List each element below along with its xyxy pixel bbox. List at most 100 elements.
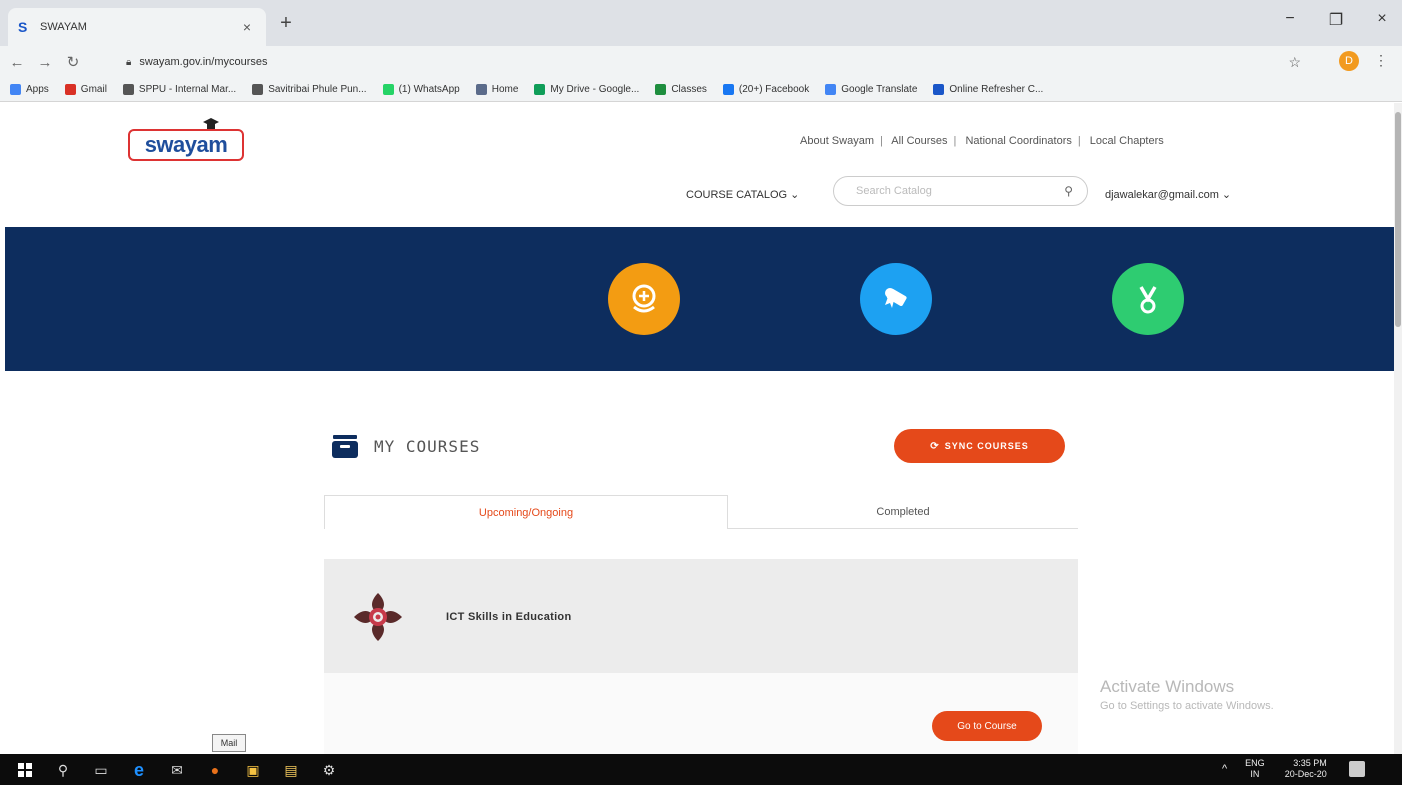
course-logo-icon (354, 593, 402, 641)
window-controls: − ❐ × (1280, 10, 1392, 30)
notification-icon[interactable] (1348, 761, 1365, 777)
bookmark-label: Classes (671, 84, 707, 95)
sync-icon: ⟳ (930, 440, 940, 452)
dashboard-banner (5, 227, 1394, 371)
graduation-cap-icon (203, 118, 219, 129)
go-to-course-button[interactable]: Go to Course (932, 711, 1042, 741)
user-menu[interactable]: djawalekar@gmail.com ⌄ (1105, 188, 1231, 201)
close-icon[interactable]: × (1372, 10, 1392, 30)
chrome-icon[interactable]: ● (204, 759, 226, 781)
profile-avatar[interactable]: D (1339, 51, 1359, 71)
bookmark-item[interactable]: Gmail (64, 84, 107, 95)
tab-upcoming-ongoing[interactable]: Upcoming/Ongoing (324, 495, 728, 529)
page-title: MY COURSES (374, 436, 481, 456)
gmail-icon (64, 84, 76, 95)
clock-time: 3:35 PM (1293, 758, 1327, 768)
top-links: About Swayam | All Courses | National Coor… (800, 135, 1164, 147)
bookmark-item[interactable]: Savitribai Phule Pun... (252, 84, 367, 95)
courses-box-icon (332, 435, 358, 458)
new-tab-button[interactable]: + (274, 12, 298, 35)
globe-icon (122, 84, 134, 95)
activate-title: Activate Windows (1100, 677, 1235, 696)
search-box: ⚲ (833, 176, 1088, 206)
swayam-favicon-icon: S (18, 19, 28, 35)
url-text: swayam.gov.in/mycourses (139, 56, 268, 68)
chevron-up-icon[interactable]: ^ (1222, 763, 1227, 775)
course-title[interactable]: ICT Skills in Education (446, 611, 571, 623)
settings-taskbar-icon[interactable]: ⚙ (318, 759, 340, 781)
bookmark-label: (20+) Facebook (738, 84, 810, 95)
windows-start-icon[interactable] (14, 759, 36, 781)
bookmarks-bar: Apps Gmail SPPU - Internal Mar... Savitriba… (0, 78, 1402, 102)
bookmark-item[interactable]: Home (475, 84, 518, 95)
swayam-icon (933, 84, 945, 95)
task-view-icon[interactable]: ▭ (90, 759, 112, 781)
sync-courses-button[interactable]: ⟳ SYNC COURSES (894, 429, 1065, 463)
browser-tab[interactable]: S SWAYAM × (8, 8, 266, 46)
bookmark-label: Online Refresher C... (949, 84, 1044, 95)
browser-tabstrip: S SWAYAM × + − ❐ × (0, 0, 1402, 46)
tab-completed[interactable]: Completed (728, 495, 1078, 529)
swayam-logo[interactable]: swayam (128, 129, 244, 161)
course-card-header: ICT Skills in Education (324, 559, 1078, 673)
language-indicator[interactable]: ENG IN (1245, 758, 1265, 780)
course-tabs: Upcoming/Ongoing Completed (324, 495, 1078, 529)
bookmark-item[interactable]: (20+) Facebook (722, 84, 810, 95)
bookmark-item[interactable]: Google Translate (825, 84, 917, 95)
taskbar-tooltip: Mail (212, 734, 246, 752)
course-catalog-dropdown[interactable]: COURSE CATALOG ⌄ (686, 188, 799, 201)
store-icon[interactable]: ▣ (242, 759, 264, 781)
search-input[interactable] (856, 185, 1065, 197)
maximize-icon[interactable]: ❐ (1326, 10, 1346, 30)
page-content: swayam About Swayam | All Courses | Nation… (0, 103, 1394, 754)
browser-menu-icon[interactable]: ⋮ (1374, 52, 1388, 69)
reload-icon[interactable]: ↻ (62, 53, 84, 71)
bookmark-star-icon[interactable]: ☆ (1288, 54, 1301, 71)
drive-icon (534, 84, 546, 95)
scrollbar-thumb[interactable] (1395, 112, 1401, 327)
search-icon[interactable]: ⚲ (1064, 184, 1073, 198)
clock[interactable]: 3:35 PM 20-Dec-20 (1285, 758, 1327, 780)
local-chapters-link[interactable]: Local Chapters (1090, 135, 1164, 147)
activate-subtitle: Go to Settings to activate Windows. (1100, 700, 1274, 712)
about-swayam-link[interactable]: About Swayam (800, 135, 874, 147)
bookmark-item[interactable]: My Drive - Google... (534, 84, 639, 95)
bookmark-item[interactable]: Classes (655, 84, 707, 95)
bookmark-label: Google Translate (841, 84, 918, 95)
translate-icon (825, 84, 837, 95)
language-region: IN (1250, 769, 1260, 779)
bookmark-label: SPPU - Internal Mar... (138, 84, 237, 95)
certificate-badge-icon[interactable] (860, 263, 932, 335)
whatsapp-icon (382, 84, 394, 95)
edge-browser-icon[interactable]: e (128, 759, 150, 781)
search-taskbar-icon[interactable]: ⚲ (52, 759, 74, 781)
bookmark-label: (1) WhatsApp (398, 84, 460, 95)
medal-badge-icon[interactable] (1112, 263, 1184, 335)
bookmark-item[interactable]: SPPU - Internal Mar... (122, 84, 237, 95)
home-icon (475, 84, 487, 95)
national-coordinators-link[interactable]: National Coordinators (965, 135, 1071, 147)
my-courses-header: MY COURSES (330, 431, 480, 461)
bookmark-item[interactable]: Apps (10, 84, 49, 95)
bookmark-item[interactable]: Online Refresher C... (933, 84, 1043, 95)
forward-arrow-icon[interactable]: → (34, 54, 56, 71)
bookmark-label: My Drive - Google... (550, 84, 640, 95)
logo-text: swayam (144, 132, 228, 157)
address-bar[interactable]: 🔒︎ swayam.gov.in/mycourses ☆ (116, 50, 1341, 74)
clock-date: 20-Dec-20 (1284, 769, 1327, 779)
tab-title: SWAYAM (40, 21, 87, 33)
all-courses-link[interactable]: All Courses (891, 135, 947, 147)
bookmark-item[interactable]: (1) WhatsApp (382, 84, 460, 95)
activate-windows-watermark: Activate Windows Go to Settings to activ… (1100, 677, 1274, 712)
course-card: ICT Skills in Education Go to Course (324, 559, 1078, 754)
mail-app-icon[interactable]: ✉ (166, 759, 188, 781)
browser-toolbar: ← → ↻ 🔒︎ swayam.gov.in/mycourses ☆ (0, 46, 1402, 78)
apps-grid-icon (10, 84, 21, 95)
facebook-icon (722, 84, 734, 95)
file-explorer-icon[interactable]: ▤ (280, 759, 302, 781)
lock-icon: 🔒︎ (126, 56, 132, 68)
enrolled-badge-icon[interactable] (608, 263, 680, 335)
tab-close-icon[interactable]: × (238, 19, 256, 35)
back-arrow-icon[interactable]: ← (6, 54, 28, 71)
minimize-icon[interactable]: − (1280, 10, 1300, 30)
